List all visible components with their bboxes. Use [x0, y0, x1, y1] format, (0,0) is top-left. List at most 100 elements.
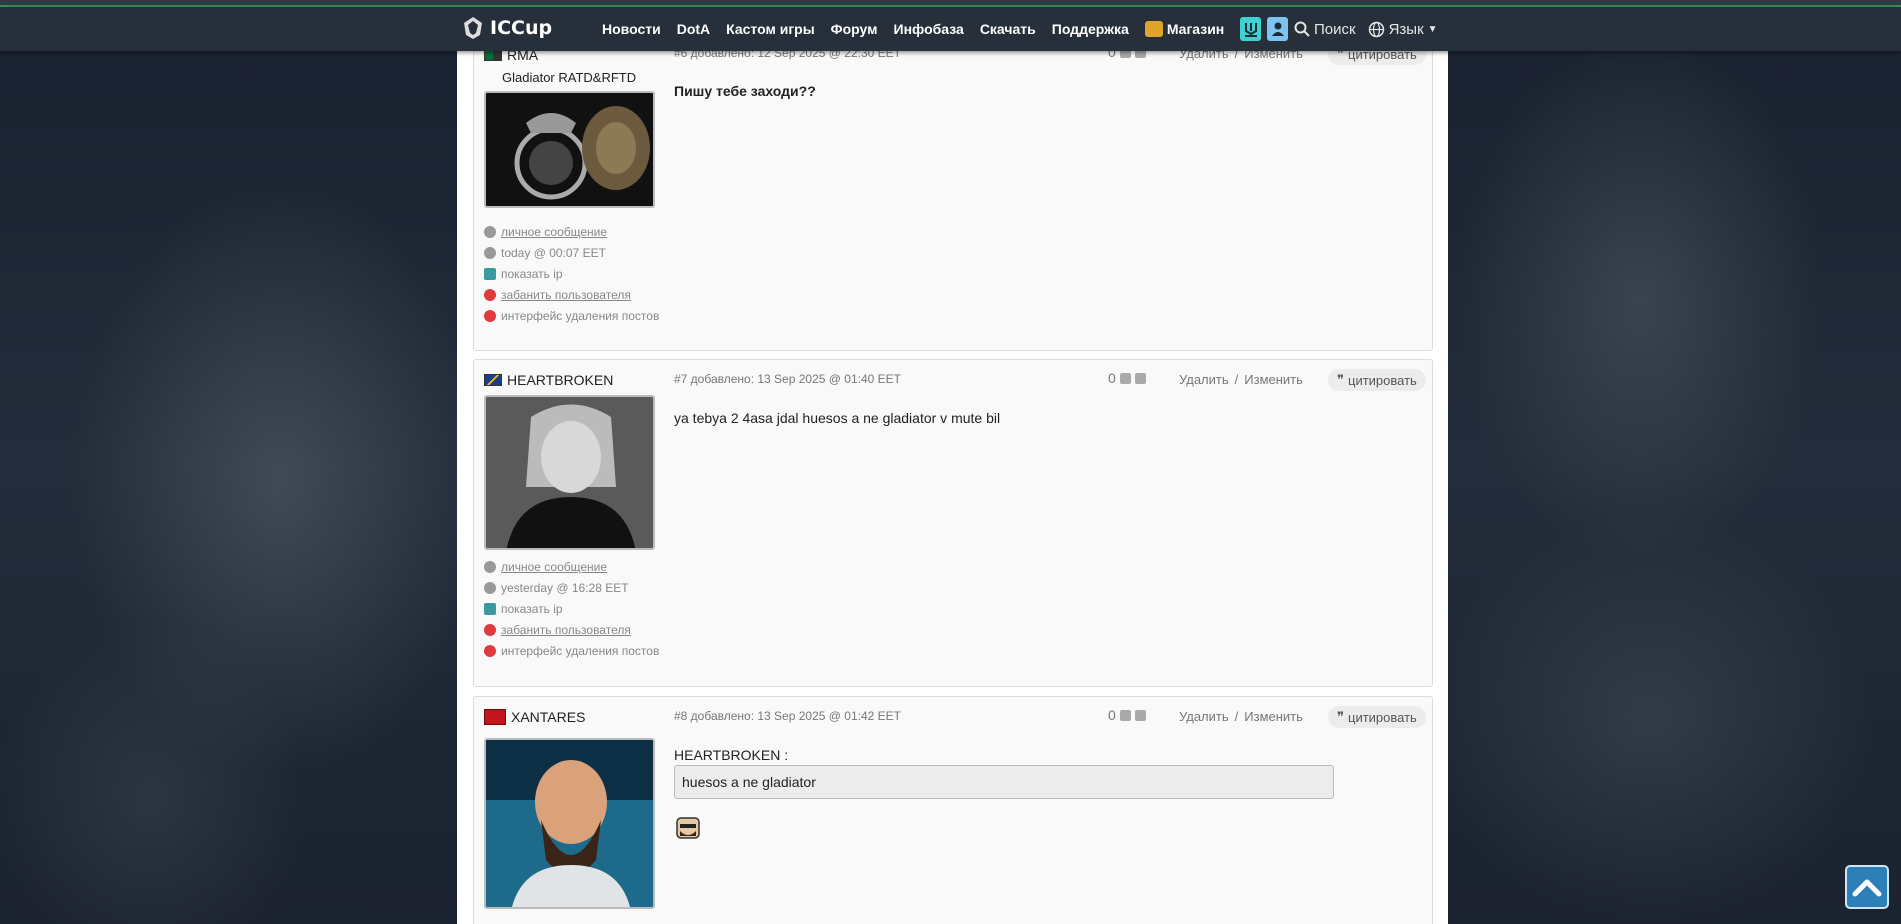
forum-post: HEARTBROKEN личное сообщение yesterday @… — [473, 359, 1433, 687]
ban-user-link[interactable]: забанить пользователя — [484, 284, 659, 305]
show-ip-link[interactable]: показать ip — [484, 598, 659, 619]
quoted-text: huesos a ne gladiator — [682, 774, 816, 790]
nav-download[interactable]: Скачать — [980, 21, 1036, 37]
author-title: Gladiator RATD&RFTD — [502, 70, 637, 85]
power-icon — [484, 288, 496, 301]
post-author: HEARTBROKEN — [484, 372, 613, 388]
quoted-author: HEARTBROKEN : — [674, 747, 789, 763]
avatar[interactable] — [484, 395, 655, 550]
search-label: Поиск — [1314, 20, 1356, 38]
author-actions: личное сообщение yesterday @ 16:28 EET п… — [484, 556, 659, 661]
show-ip-label: показать ip — [501, 601, 563, 616]
launcher-icon — [1244, 23, 1257, 37]
avatar-image — [486, 397, 653, 548]
delete-posts-link[interactable]: интерфейс удаления постов — [484, 640, 659, 661]
monitor-icon — [484, 267, 496, 280]
post-rating: 0 — [1108, 370, 1146, 386]
quote-label: цитировать — [1348, 709, 1417, 725]
avatar-image — [486, 740, 653, 907]
monitor-icon — [484, 602, 496, 615]
search-icon — [1294, 21, 1310, 37]
logo-text: ICCup — [490, 17, 553, 39]
post-meta: #7 добавлено: 13 Sep 2025 @ 01:40 EET — [674, 372, 901, 386]
ban-user-link[interactable]: забанить пользователя — [484, 619, 659, 640]
show-ip-link[interactable]: показать ip — [484, 263, 659, 284]
last-seen-label: yesterday @ 16:28 EET — [501, 580, 629, 595]
message-icon — [484, 225, 496, 238]
author-name[interactable]: XANTARES — [511, 709, 585, 725]
last-seen: today @ 00:07 EET — [484, 242, 659, 263]
launcher-button[interactable] — [1240, 17, 1261, 41]
pm-link[interactable]: личное сообщение — [484, 556, 659, 577]
nav-forum[interactable]: Форум — [831, 21, 878, 37]
quote-block: huesos a ne gladiator — [674, 765, 1334, 799]
post-actions: Удалить / Изменить — [1179, 372, 1303, 387]
smiley-icon — [676, 817, 700, 839]
search-link[interactable]: Поиск — [1294, 21, 1356, 38]
thumb-down-icon[interactable] — [1134, 709, 1146, 721]
flag-icon — [484, 374, 502, 386]
quote-button[interactable]: ❞ цитировать — [1328, 369, 1426, 391]
avatar[interactable] — [484, 91, 655, 208]
nav-custom-games[interactable]: Кастом игры — [726, 21, 815, 37]
edit-link[interactable]: Изменить — [1244, 372, 1303, 387]
thumb-up-icon[interactable] — [1119, 709, 1131, 721]
nav-right-tools: Поиск Язык ▼ — [1240, 17, 1438, 41]
delete-link[interactable]: Удалить — [1179, 372, 1229, 387]
post-message: Пишу тебе заходи?? — [674, 83, 816, 99]
delete-link[interactable]: Удалить — [1179, 709, 1229, 724]
forum-post: XANTARES #8 добавлено: 13 Sep 2025 @ 01:… — [473, 696, 1433, 924]
scroll-to-top-button[interactable] — [1845, 865, 1889, 909]
quote-label: цитировать — [1348, 372, 1417, 388]
globe-icon — [1368, 21, 1384, 37]
close-icon — [484, 644, 496, 657]
language-label: Язык — [1388, 20, 1424, 38]
ban-label: забанить пользователя — [501, 622, 631, 637]
post-actions: Удалить / Изменить — [1179, 709, 1303, 724]
nav-shop[interactable]: Магазин — [1144, 21, 1224, 37]
separator: / — [1234, 709, 1239, 724]
last-seen-label: today @ 00:07 EET — [501, 245, 606, 260]
forum-post: RMA Gladiator RATD&RFTD личное сообщение… — [473, 38, 1433, 351]
pm-link[interactable]: личное сообщение — [484, 221, 659, 242]
post-rating: 0 — [1108, 707, 1146, 723]
logo-icon — [464, 17, 482, 39]
message-icon — [484, 560, 496, 573]
profile-button[interactable] — [1267, 17, 1288, 41]
nav-infobase[interactable]: Инфобаза — [894, 21, 964, 37]
nav-support[interactable]: Поддержка — [1052, 21, 1129, 37]
pm-label: личное сообщение — [501, 224, 608, 239]
top-accent-line — [0, 0, 1901, 7]
pm-label: личное сообщение — [501, 559, 608, 574]
site-logo[interactable]: ICCup — [460, 15, 552, 41]
thumb-up-icon[interactable] — [1119, 372, 1131, 384]
post-meta: #8 добавлено: 13 Sep 2025 @ 01:42 EET — [674, 709, 901, 723]
author-actions: личное сообщение today @ 00:07 EET показ… — [484, 221, 659, 326]
nav-dota[interactable]: DotA — [677, 21, 710, 37]
power-icon — [484, 623, 496, 636]
edit-link[interactable]: Изменить — [1244, 709, 1303, 724]
delete-posts-link[interactable]: интерфейс удаления постов — [484, 305, 659, 326]
close-icon — [484, 309, 496, 322]
language-dropdown[interactable]: Язык ▼ — [1368, 21, 1438, 38]
main-nav: Новости DotA Кастом игры Форум Инфобаза … — [602, 21, 1240, 37]
last-seen: yesterday @ 16:28 EET — [484, 577, 659, 598]
quote-button[interactable]: ❞ цитировать — [1328, 706, 1426, 728]
clock-icon — [484, 246, 496, 259]
nav-news[interactable]: Новости — [602, 21, 661, 37]
quote-icon: ❞ — [1337, 709, 1344, 724]
avatar[interactable] — [484, 738, 655, 909]
separator: / — [1234, 372, 1239, 387]
clock-icon — [484, 581, 496, 594]
top-navbar: ICCup Новости DotA Кастом игры Форум Инф… — [0, 7, 1901, 51]
quote-icon: ❞ — [1337, 372, 1344, 387]
author-name[interactable]: HEARTBROKEN — [507, 372, 613, 388]
chevron-up-icon — [1852, 879, 1882, 897]
user-icon — [1271, 22, 1284, 36]
delete-posts-label: интерфейс удаления постов — [501, 308, 660, 323]
post-author: XANTARES — [484, 709, 585, 725]
coins-icon — [1144, 21, 1163, 37]
forum-content: RMA Gladiator RATD&RFTD личное сообщение… — [457, 38, 1448, 924]
thumb-down-icon[interactable] — [1134, 372, 1146, 384]
caret-down-icon: ▼ — [1427, 23, 1438, 35]
